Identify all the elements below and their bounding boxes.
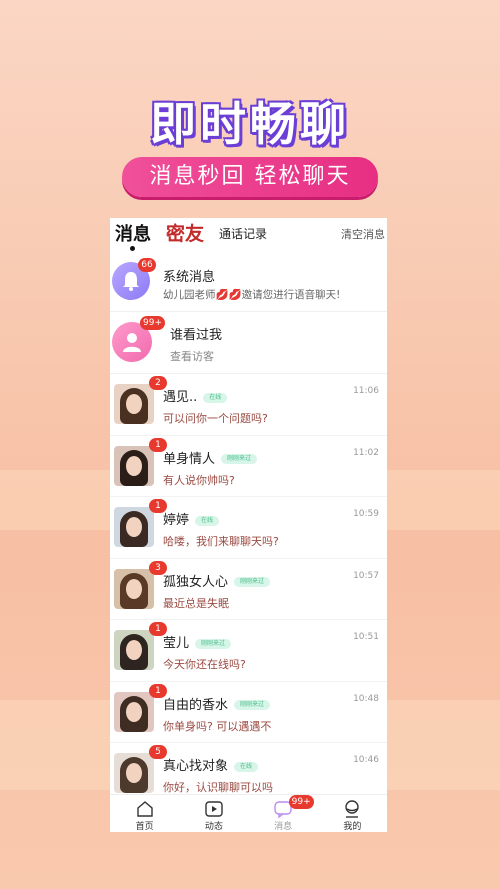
status-tag: 在线 xyxy=(234,761,259,772)
home-icon xyxy=(136,801,153,817)
conversation-list: 2 遇见.. 在线 可以问你一个问题吗? 11:06 1 单身情人 刚刚来过 有人说… xyxy=(110,374,387,805)
avatar xyxy=(114,753,154,793)
nav-messages-badge: 99+ xyxy=(288,795,314,809)
nav-mine-label: 我的 xyxy=(343,822,362,832)
nav-feed-label: 动态 xyxy=(204,822,223,832)
visitors-badge: 99+ xyxy=(140,316,165,330)
banner-subline: 消息秒回 轻松聊天 xyxy=(122,157,378,197)
message-time: 11:02 xyxy=(353,447,379,458)
message-time: 11:06 xyxy=(353,386,379,396)
visitors-subtitle: 查看访客 xyxy=(170,350,214,363)
status-tag: 在线 xyxy=(195,515,220,526)
contact-name: 婷婷 在线 xyxy=(163,509,220,528)
clear-messages-button[interactable]: 清空消息 xyxy=(341,226,385,242)
visitors-title: 谁看过我 xyxy=(170,328,223,343)
message-time: 10:46 xyxy=(353,755,379,765)
contact-name-text: 真心找对象 xyxy=(163,759,229,774)
nav-home[interactable]: 首页 xyxy=(110,795,179,832)
banner-headline: 即时畅聊 xyxy=(150,97,350,151)
system-messages-title: 系统消息 xyxy=(163,270,216,285)
conversation-item[interactable]: 1 婷婷 在线 哈喽，我们来聊聊天吗? 10:59 xyxy=(110,497,387,559)
conversation-item[interactable]: 2 遇见.. 在线 可以问你一个问题吗? 11:06 xyxy=(110,374,387,436)
contact-name: 真心找对象 在线 xyxy=(163,755,259,774)
tab-friends[interactable]: 密友 xyxy=(166,219,204,246)
avatar xyxy=(114,630,154,670)
nav-mine[interactable]: 我的 xyxy=(318,795,387,832)
profile-icon xyxy=(345,800,360,818)
status-tag: 刚刚来过 xyxy=(221,454,258,464)
phone-screen: 消息 密友 通话记录 清空消息 66 系统消息 幼儿园老师💋💋邀请您进行语音聊天… xyxy=(110,218,387,832)
nav-home-label: 首页 xyxy=(135,822,154,832)
nav-messages-label: 消息 xyxy=(274,822,293,832)
status-tag: 刚刚来过 xyxy=(234,700,271,710)
contact-name: 莹儿 刚刚来过 xyxy=(163,632,232,651)
system-messages-row[interactable]: 66 系统消息 幼儿园老师💋💋邀请您进行语音聊天! xyxy=(110,254,387,312)
contact-name-text: 单身情人 xyxy=(163,451,216,467)
visitors-row[interactable]: 99+ 谁看过我 查看访客 xyxy=(110,312,387,374)
status-tag: 刚刚来过 xyxy=(195,638,232,649)
message-time: 10:48 xyxy=(353,693,379,704)
conversation-item[interactable]: 1 莹儿 刚刚来过 今天你还在线吗? 10:51 xyxy=(110,620,387,682)
status-tag: 刚刚来过 xyxy=(234,577,271,587)
message-preview: 你单身吗? 可以遇遇不 xyxy=(163,719,272,733)
message-time: 10:51 xyxy=(353,632,379,642)
contact-name: 遇见.. 在线 xyxy=(163,386,228,405)
nav-messages[interactable]: 99+ 消息 xyxy=(249,795,318,832)
status-tag: 在线 xyxy=(203,392,228,403)
conversation-item[interactable]: 1 自由的香水 刚刚来过 你单身吗? 可以遇遇不 10:48 xyxy=(110,682,387,743)
contact-name: 孤独女人心 刚刚来过 xyxy=(163,571,271,590)
message-preview: 有人说你帅吗? xyxy=(163,473,235,487)
contact-name-text: 莹儿 xyxy=(163,636,190,651)
message-preview: 今天你还在线吗? xyxy=(163,658,246,671)
system-messages-badge: 66 xyxy=(138,258,156,272)
message-time: 10:57 xyxy=(353,570,379,581)
contact-name: 自由的香水 刚刚来过 xyxy=(163,694,271,713)
contact-name: 单身情人 刚刚来过 xyxy=(163,448,258,467)
system-messages-preview: 幼儿园老师💋💋邀请您进行语音聊天! xyxy=(163,289,341,301)
conversation-item[interactable]: 3 孤独女人心 刚刚来过 最近总是失眠 10:57 xyxy=(110,559,387,620)
message-preview: 你好，认识聊聊可以吗 xyxy=(163,781,273,794)
tab-call-records[interactable]: 通话记录 xyxy=(219,225,267,242)
play-icon xyxy=(205,801,223,817)
tab-messages[interactable]: 消息 xyxy=(115,220,151,246)
message-time: 10:59 xyxy=(353,509,379,519)
active-tab-indicator xyxy=(130,246,135,251)
contact-name-text: 遇见.. xyxy=(163,390,198,405)
tab-bar: 消息 密友 通话记录 清空消息 xyxy=(110,218,387,254)
avatar xyxy=(114,384,154,424)
avatar xyxy=(114,445,154,486)
contact-name-text: 孤独女人心 xyxy=(163,574,229,590)
message-preview: 最近总是失眠 xyxy=(163,596,229,610)
contact-name-text: 自由的香水 xyxy=(163,697,229,713)
avatar xyxy=(114,691,154,732)
avatar xyxy=(114,507,154,547)
contact-name-text: 婷婷 xyxy=(163,513,190,528)
bottom-navigation: 首页 动态 99+ 消息 我的 xyxy=(110,794,387,832)
avatar xyxy=(114,568,154,609)
message-preview: 哈喽，我们来聊聊天吗? xyxy=(163,535,279,548)
nav-feed[interactable]: 动态 xyxy=(179,795,248,832)
message-preview: 可以问你一个问题吗? xyxy=(163,412,268,425)
conversation-item[interactable]: 1 单身情人 刚刚来过 有人说你帅吗? 11:02 xyxy=(110,436,387,497)
